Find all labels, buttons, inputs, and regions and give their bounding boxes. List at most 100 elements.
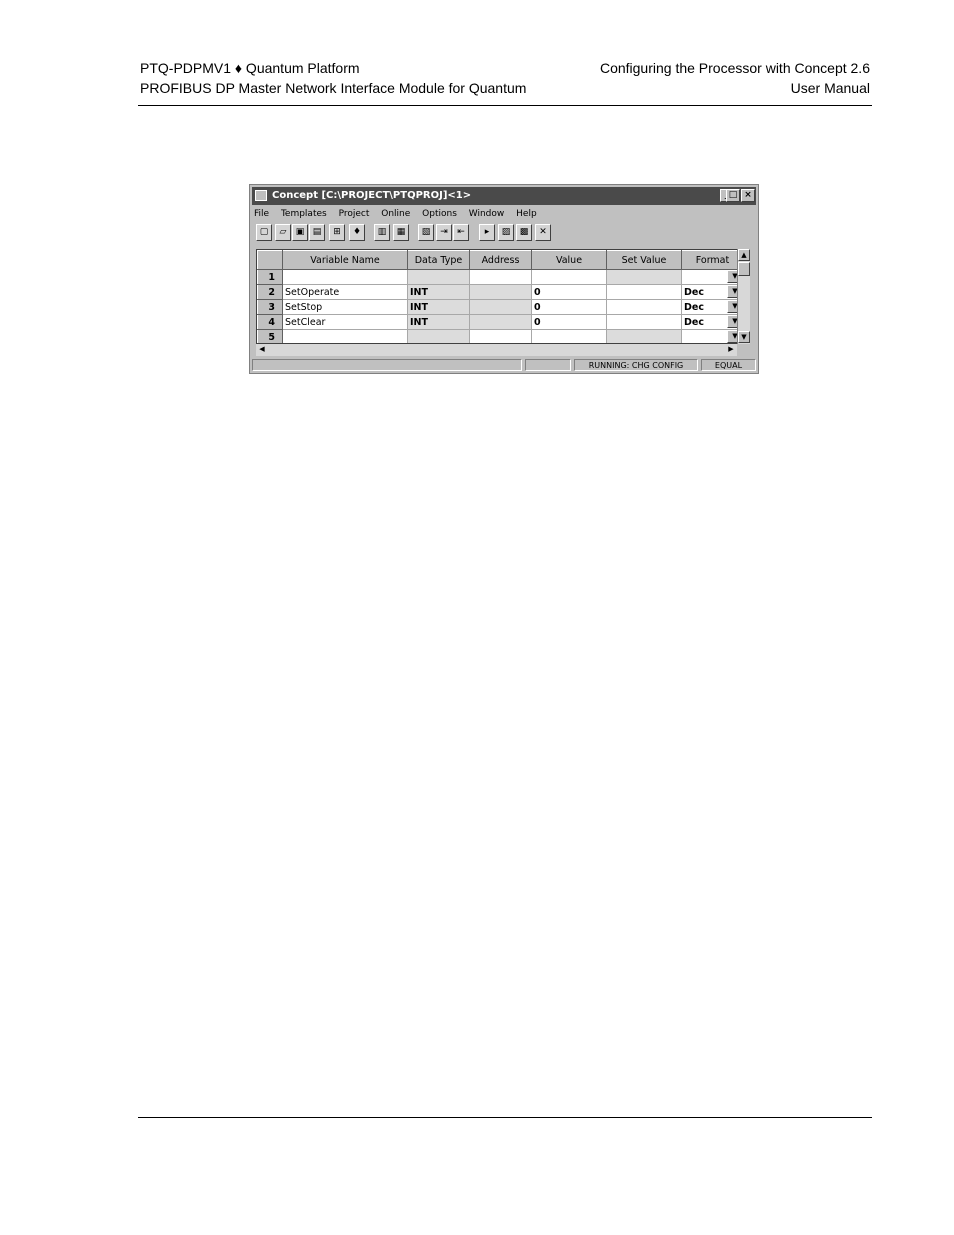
run-icon[interactable]: ▸	[479, 224, 495, 241]
tree-icon[interactable]: ⊞	[329, 224, 345, 241]
menu-bar: File Templates Project Online Options Wi…	[254, 207, 546, 221]
value-cell[interactable]: 0	[531, 284, 607, 300]
variable-table: Variable Name Data Type Address Value Se…	[257, 250, 744, 343]
set-value-cell[interactable]	[606, 269, 682, 285]
header-manual: User Manual	[790, 80, 870, 96]
menu-project[interactable]: Project	[339, 209, 370, 219]
header-left: PTQ-PDPMV1 ♦ Quantum Platform PROFIBUS D…	[140, 58, 526, 98]
value-cell[interactable]: 0	[531, 299, 607, 315]
status-panel-main	[252, 359, 522, 371]
data-type-cell[interactable]	[407, 329, 470, 343]
new-icon[interactable]: ▢	[256, 224, 272, 241]
format-value: Dec	[684, 301, 704, 313]
set-value-cell[interactable]	[606, 299, 682, 315]
format-cell[interactable]: Dec ▼	[681, 314, 744, 330]
format-value: Dec	[684, 316, 704, 328]
row-number[interactable]: 2	[257, 284, 283, 300]
variable-table-area: Variable Name Data Type Address Value Se…	[256, 249, 748, 344]
scroll-down-icon[interactable]: ▼	[738, 331, 750, 343]
scroll-up-icon[interactable]: ▲	[738, 249, 750, 261]
format-cell[interactable]: ▼	[681, 269, 744, 285]
column-header[interactable]: Value	[531, 250, 607, 270]
value-cell[interactable]: 0	[531, 314, 607, 330]
maximize-button[interactable]: □	[726, 189, 740, 202]
scroll-right-icon[interactable]: ▶	[725, 344, 737, 356]
data-type-cell[interactable]: INT	[407, 299, 470, 315]
variable-name-cell[interactable]	[282, 329, 408, 343]
value-cell[interactable]	[531, 269, 607, 285]
variable-name-cell[interactable]	[282, 269, 408, 285]
column-header[interactable]: Variable Name	[282, 250, 408, 270]
value-cell[interactable]	[531, 329, 607, 343]
properties-icon[interactable]: ▤	[309, 224, 325, 241]
address-cell[interactable]	[469, 299, 532, 315]
column-header[interactable]: Address	[469, 250, 532, 270]
table-row: 4 SetClear INT 0 Dec ▼	[257, 314, 744, 330]
header-rule	[138, 105, 872, 106]
footer-rule	[138, 1117, 872, 1118]
header-product: PTQ-PDPMV1 ♦ Quantum Platform	[140, 60, 360, 76]
variable-name-cell[interactable]: SetStop	[282, 299, 408, 315]
scroll-thumb[interactable]	[738, 262, 750, 276]
column-header[interactable]: Set Value	[606, 250, 682, 270]
format-cell[interactable]: Dec ▼	[681, 299, 744, 315]
menu-file[interactable]: File	[254, 209, 269, 219]
open-icon[interactable]: ▱	[275, 224, 291, 241]
table-row: 5 ▼	[257, 329, 744, 343]
table-row: 3 SetStop INT 0 Dec ▼	[257, 299, 744, 315]
address-cell[interactable]	[469, 284, 532, 300]
column-header[interactable]: Data Type	[407, 250, 470, 270]
corner-cell	[257, 250, 283, 270]
format-cell[interactable]: Dec ▼	[681, 284, 744, 300]
insert-icon[interactable]: ⇥	[436, 224, 452, 241]
set-value-cell[interactable]	[606, 284, 682, 300]
menu-help[interactable]: Help	[516, 209, 537, 219]
address-cell[interactable]	[469, 329, 532, 343]
remove-icon[interactable]: ⇤	[453, 224, 469, 241]
menu-options[interactable]: Options	[422, 209, 457, 219]
data-type-cell[interactable]	[407, 269, 470, 285]
horizontal-scrollbar[interactable]: ◀ ▶	[256, 344, 737, 356]
read-icon[interactable]: ▨	[498, 224, 514, 241]
compare-state: EQUAL	[701, 359, 756, 371]
vertical-scrollbar[interactable]: ▲ ▼	[737, 249, 750, 344]
concept-window-screenshot: Concept [C:\PROJECT\PTQPROJ]<1> _ □ × Fi…	[249, 184, 759, 374]
paste-icon[interactable]: ▦	[393, 224, 409, 241]
table-row: 2 SetOperate INT 0 Dec ▼	[257, 284, 744, 300]
app-icon	[255, 190, 267, 201]
variable-name-cell[interactable]: SetClear	[282, 314, 408, 330]
menu-templates[interactable]: Templates	[281, 209, 327, 219]
cut-icon[interactable]: ▥	[374, 224, 390, 241]
plc-state: RUNNING: CHG CONFIG	[574, 359, 698, 371]
close-button[interactable]: ×	[741, 189, 755, 202]
address-cell[interactable]	[469, 269, 532, 285]
set-value-cell[interactable]	[606, 314, 682, 330]
write-icon[interactable]: ▩	[516, 224, 532, 241]
status-panel-blank	[525, 359, 571, 371]
header-section: Configuring the Processor with Concept 2…	[599, 60, 870, 76]
save-icon[interactable]: ▣	[292, 224, 308, 241]
scroll-left-icon[interactable]: ◀	[256, 344, 268, 356]
find-icon[interactable]: ♦	[349, 224, 365, 241]
status-bar: RUNNING: CHG CONFIG EQUAL	[252, 359, 756, 373]
data-type-cell[interactable]: INT	[407, 284, 470, 300]
title-bar[interactable]: Concept [C:\PROJECT\PTQPROJ]<1> _ □ ×	[252, 187, 756, 205]
window-title: Concept [C:\PROJECT\PTQPROJ]<1>	[272, 190, 472, 201]
row-number[interactable]: 1	[257, 269, 283, 285]
row-number[interactable]: 4	[257, 314, 283, 330]
set-value-cell[interactable]	[606, 329, 682, 343]
column-header[interactable]: Format	[681, 250, 744, 270]
row-number[interactable]: 5	[257, 329, 283, 343]
grid-icon[interactable]: ▧	[418, 224, 434, 241]
table-row: 1 ▼	[257, 269, 744, 285]
address-cell[interactable]	[469, 314, 532, 330]
row-number[interactable]: 3	[257, 299, 283, 315]
data-type-cell[interactable]: INT	[407, 314, 470, 330]
variable-name-cell[interactable]: SetOperate	[282, 284, 408, 300]
format-cell[interactable]: ▼	[681, 329, 744, 343]
menu-online[interactable]: Online	[381, 209, 410, 219]
menu-window[interactable]: Window	[469, 209, 505, 219]
clear-icon[interactable]: ✕	[535, 224, 551, 241]
format-value: Dec	[684, 286, 704, 298]
header-module: PROFIBUS DP Master Network Interface Mod…	[140, 80, 527, 96]
